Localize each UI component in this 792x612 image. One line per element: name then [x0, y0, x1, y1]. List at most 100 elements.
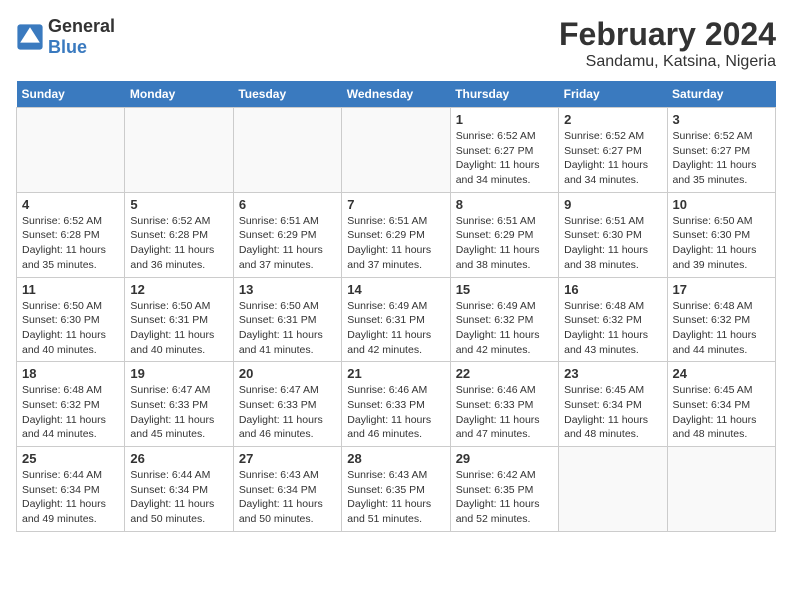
day-details: Sunrise: 6:48 AM Sunset: 6:32 PM Dayligh…: [564, 299, 661, 358]
day-number: 15: [456, 282, 553, 297]
day-number: 8: [456, 197, 553, 212]
day-number: 21: [347, 366, 444, 381]
page-title: February 2024: [559, 16, 776, 53]
day-details: Sunrise: 6:48 AM Sunset: 6:32 PM Dayligh…: [22, 383, 119, 442]
calendar-cell: 8Sunrise: 6:51 AM Sunset: 6:29 PM Daylig…: [450, 192, 558, 277]
day-header-thursday: Thursday: [450, 81, 558, 108]
calendar-cell: 27 Sunrise: 6:43 AM Sunset: 6:34 PM Dayli…: [233, 447, 341, 532]
calendar-cell: [559, 447, 667, 532]
day-number: 7: [347, 197, 444, 212]
calendar-cell: 15 Sunrise: 6:49 AM Sunset: 6:32 PM Dayli…: [450, 277, 558, 362]
day-details: Sunrise: 6:52 AM Sunset: 6:27 PM Dayligh…: [673, 129, 770, 188]
calendar-cell: 9 Sunrise: 6:51 AM Sunset: 6:30 PM Daylig…: [559, 192, 667, 277]
title-area: February 2024 Sandamu, Katsina, Nigeria: [559, 16, 776, 71]
day-details: Sunrise: 6:50 AM Sunset: 6:31 PM Dayligh…: [239, 299, 336, 358]
calendar-cell: 10 Sunrise: 6:50 AM Sunset: 6:30 PM Dayli…: [667, 192, 775, 277]
calendar-cell: 18 Sunrise: 6:48 AM Sunset: 6:32 PM Dayli…: [17, 362, 125, 447]
calendar-cell: 12 Sunrise: 6:50 AM Sunset: 6:31 PM Dayli…: [125, 277, 233, 362]
day-number: 14: [347, 282, 444, 297]
day-number: 10: [673, 197, 770, 212]
day-number: 20: [239, 366, 336, 381]
day-details: Sunrise: 6:51 AM Sunset: 6:29 PM Dayligh…: [347, 214, 444, 273]
day-details: Sunrise: 6:52 AM Sunset: 6:27 PM Dayligh…: [564, 129, 661, 188]
week-row-4: 18 Sunrise: 6:48 AM Sunset: 6:32 PM Dayli…: [17, 362, 776, 447]
page-subtitle: Sandamu, Katsina, Nigeria: [559, 53, 776, 71]
day-number: 24: [673, 366, 770, 381]
day-details: Sunrise: 6:46 AM Sunset: 6:33 PM Dayligh…: [347, 383, 444, 442]
header-row: SundayMondayTuesdayWednesdayThursdayFrid…: [17, 81, 776, 108]
week-row-3: 11 Sunrise: 6:50 AM Sunset: 6:30 PM Dayli…: [17, 277, 776, 362]
calendar-cell: 6Sunrise: 6:51 AM Sunset: 6:29 PM Daylig…: [233, 192, 341, 277]
day-details: Sunrise: 6:52 AM Sunset: 6:27 PM Dayligh…: [456, 129, 553, 188]
day-details: Sunrise: 6:43 AM Sunset: 6:34 PM Dayligh…: [239, 468, 336, 527]
day-number: 23: [564, 366, 661, 381]
day-number: 19: [130, 366, 227, 381]
calendar-cell: 17Sunrise: 6:48 AM Sunset: 6:32 PM Dayli…: [667, 277, 775, 362]
day-number: 17: [673, 282, 770, 297]
day-details: Sunrise: 6:46 AM Sunset: 6:33 PM Dayligh…: [456, 383, 553, 442]
day-details: Sunrise: 6:43 AM Sunset: 6:35 PM Dayligh…: [347, 468, 444, 527]
day-details: Sunrise: 6:49 AM Sunset: 6:31 PM Dayligh…: [347, 299, 444, 358]
calendar-table: SundayMondayTuesdayWednesdayThursdayFrid…: [16, 81, 776, 532]
calendar-cell: 21 Sunrise: 6:46 AM Sunset: 6:33 PM Dayli…: [342, 362, 450, 447]
day-header-monday: Monday: [125, 81, 233, 108]
day-number: 18: [22, 366, 119, 381]
day-header-sunday: Sunday: [17, 81, 125, 108]
week-row-5: 25 Sunrise: 6:44 AM Sunset: 6:34 PM Dayli…: [17, 447, 776, 532]
day-number: 25: [22, 451, 119, 466]
day-number: 6: [239, 197, 336, 212]
calendar-cell: 28 Sunrise: 6:43 AM Sunset: 6:35 PM Dayli…: [342, 447, 450, 532]
day-details: Sunrise: 6:47 AM Sunset: 6:33 PM Dayligh…: [239, 383, 336, 442]
day-number: 2: [564, 112, 661, 127]
calendar-cell: [125, 108, 233, 193]
calendar-cell: 20 Sunrise: 6:47 AM Sunset: 6:33 PM Dayli…: [233, 362, 341, 447]
day-details: Sunrise: 6:47 AM Sunset: 6:33 PM Dayligh…: [130, 383, 227, 442]
day-number: 12: [130, 282, 227, 297]
calendar-cell: 3 Sunrise: 6:52 AM Sunset: 6:27 PM Daylig…: [667, 108, 775, 193]
day-number: 16: [564, 282, 661, 297]
calendar-cell: [233, 108, 341, 193]
day-number: 27: [239, 451, 336, 466]
day-number: 5: [130, 197, 227, 212]
day-header-wednesday: Wednesday: [342, 81, 450, 108]
generalblue-icon: [16, 23, 44, 51]
day-number: 22: [456, 366, 553, 381]
day-number: 11: [22, 282, 119, 297]
calendar-cell: 29Sunrise: 6:42 AM Sunset: 6:35 PM Dayli…: [450, 447, 558, 532]
day-header-friday: Friday: [559, 81, 667, 108]
week-row-2: 4 Sunrise: 6:52 AM Sunset: 6:28 PM Daylig…: [17, 192, 776, 277]
logo-blue: Blue: [48, 37, 87, 57]
day-details: Sunrise: 6:52 AM Sunset: 6:28 PM Dayligh…: [22, 214, 119, 273]
day-details: Sunrise: 6:50 AM Sunset: 6:30 PM Dayligh…: [673, 214, 770, 273]
week-row-1: 1Sunrise: 6:52 AM Sunset: 6:27 PM Daylig…: [17, 108, 776, 193]
day-header-saturday: Saturday: [667, 81, 775, 108]
calendar-cell: 14 Sunrise: 6:49 AM Sunset: 6:31 PM Dayli…: [342, 277, 450, 362]
day-details: Sunrise: 6:49 AM Sunset: 6:32 PM Dayligh…: [456, 299, 553, 358]
day-details: Sunrise: 6:50 AM Sunset: 6:30 PM Dayligh…: [22, 299, 119, 358]
day-details: Sunrise: 6:45 AM Sunset: 6:34 PM Dayligh…: [673, 383, 770, 442]
day-number: 3: [673, 112, 770, 127]
day-details: Sunrise: 6:44 AM Sunset: 6:34 PM Dayligh…: [22, 468, 119, 527]
calendar-cell: 7 Sunrise: 6:51 AM Sunset: 6:29 PM Daylig…: [342, 192, 450, 277]
calendar-cell: 24 Sunrise: 6:45 AM Sunset: 6:34 PM Dayli…: [667, 362, 775, 447]
day-details: Sunrise: 6:50 AM Sunset: 6:31 PM Dayligh…: [130, 299, 227, 358]
calendar-cell: 25 Sunrise: 6:44 AM Sunset: 6:34 PM Dayli…: [17, 447, 125, 532]
calendar-cell: [342, 108, 450, 193]
day-details: Sunrise: 6:45 AM Sunset: 6:34 PM Dayligh…: [564, 383, 661, 442]
day-details: Sunrise: 6:44 AM Sunset: 6:34 PM Dayligh…: [130, 468, 227, 527]
day-number: 9: [564, 197, 661, 212]
logo-general: General: [48, 16, 115, 36]
day-number: 28: [347, 451, 444, 466]
header: General Blue February 2024 Sandamu, Kats…: [16, 16, 776, 71]
day-number: 4: [22, 197, 119, 212]
day-details: Sunrise: 6:52 AM Sunset: 6:28 PM Dayligh…: [130, 214, 227, 273]
day-number: 13: [239, 282, 336, 297]
calendar-cell: 1Sunrise: 6:52 AM Sunset: 6:27 PM Daylig…: [450, 108, 558, 193]
day-number: 29: [456, 451, 553, 466]
logo: General Blue: [16, 16, 115, 58]
calendar-cell: [667, 447, 775, 532]
day-number: 26: [130, 451, 227, 466]
calendar-cell: 19 Sunrise: 6:47 AM Sunset: 6:33 PM Dayli…: [125, 362, 233, 447]
calendar-cell: 11 Sunrise: 6:50 AM Sunset: 6:30 PM Dayli…: [17, 277, 125, 362]
day-details: Sunrise: 6:51 AM Sunset: 6:30 PM Dayligh…: [564, 214, 661, 273]
